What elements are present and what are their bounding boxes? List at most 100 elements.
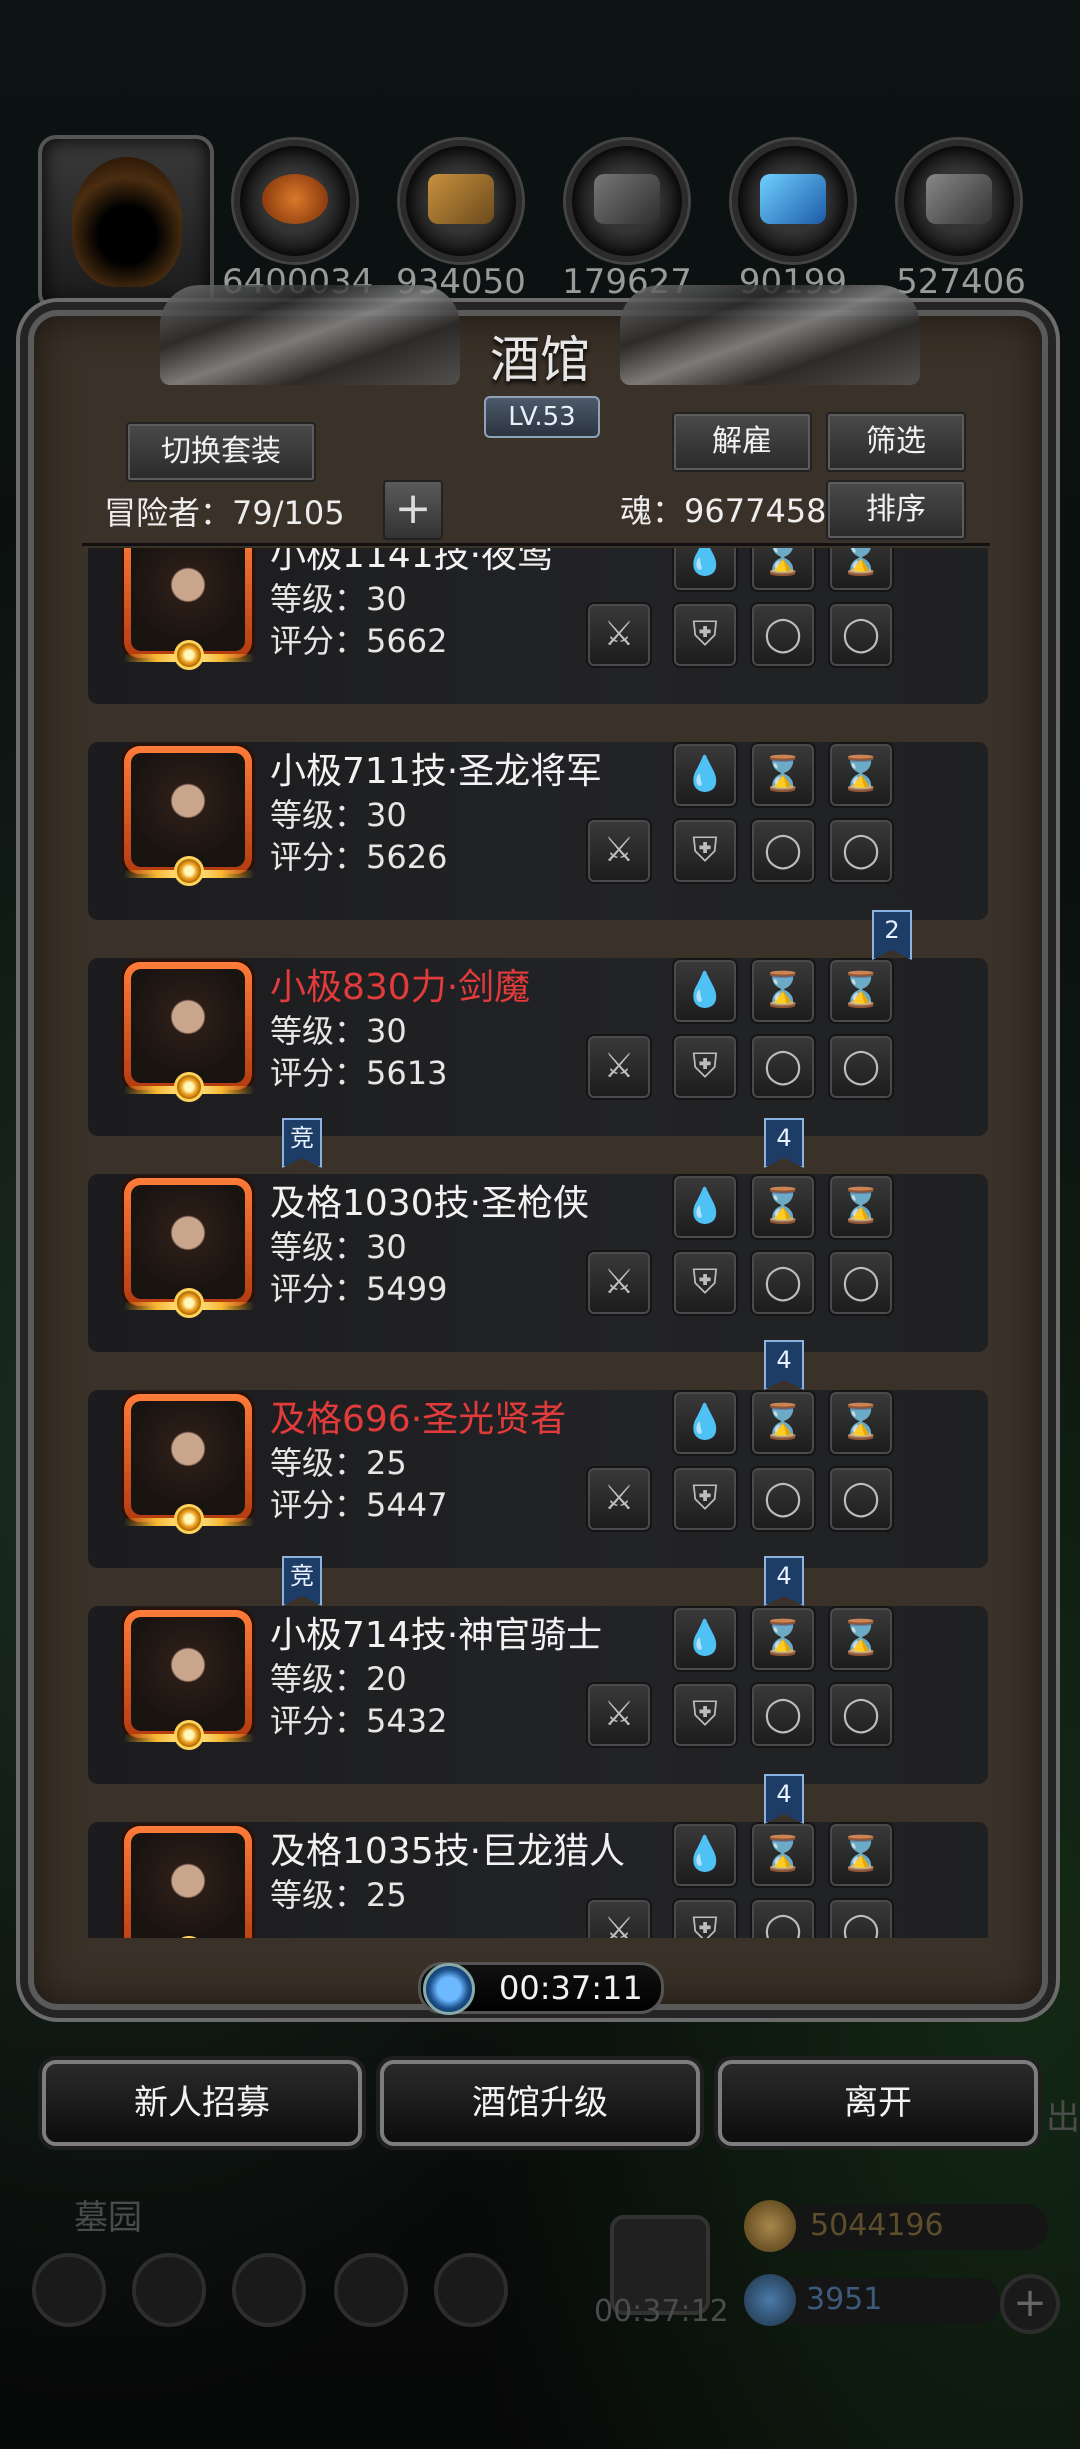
hero-name: 小极711技·圣龙将军 bbox=[270, 751, 603, 792]
hourglass-slot-icon[interactable]: ⌛ bbox=[828, 958, 894, 1024]
armor-slot-icon[interactable]: ⛨ bbox=[672, 1682, 738, 1748]
add-currency-button[interactable]: + bbox=[1000, 2274, 1060, 2334]
hero-score: 评分：5662 bbox=[270, 622, 448, 660]
sword-slot-icon[interactable]: ⚔ bbox=[586, 1898, 652, 1938]
mail-icon[interactable] bbox=[334, 2253, 408, 2327]
shield-icon[interactable] bbox=[132, 2253, 206, 2327]
flame-slot-icon[interactable]: 💧 bbox=[672, 1390, 738, 1456]
hero-card[interactable]: 及格1035技·巨龙猎人 等级：25 💧 ⌛ ⌛ ⚔ ⛨ ◯ ◯ bbox=[88, 1822, 988, 1938]
wood-resource-icon[interactable] bbox=[400, 140, 522, 262]
hourglass-slot-icon[interactable]: ⌛ bbox=[750, 548, 816, 592]
rank-emblem-icon bbox=[124, 1282, 254, 1330]
sword-slot-icon[interactable]: ⚔ bbox=[586, 1034, 652, 1100]
settings-icon[interactable] bbox=[32, 2253, 106, 2327]
filter-button[interactable]: 筛选 bbox=[826, 412, 966, 472]
recruit-button[interactable]: 新人招募 bbox=[42, 2060, 362, 2146]
switch-outfit-button[interactable]: 切换套装 bbox=[126, 422, 316, 482]
add-capacity-button[interactable]: + bbox=[383, 480, 443, 540]
hero-card[interactable]: 小极1141技·夜莺 等级：30 评分：5662 💧 ⌛ ⌛ ⚔ ⛨ ◯ ◯ bbox=[88, 548, 988, 704]
flame-slot-icon[interactable]: 💧 bbox=[672, 1822, 738, 1888]
panel-ornament-left bbox=[160, 285, 460, 385]
sword-slot-icon[interactable]: ⚔ bbox=[586, 602, 652, 668]
steel-resource-icon[interactable] bbox=[898, 140, 1020, 262]
crystal-resource-icon[interactable] bbox=[732, 140, 854, 262]
flame-slot-icon[interactable]: 💧 bbox=[672, 742, 738, 808]
hero-avatar-slot[interactable] bbox=[38, 135, 214, 311]
flame-slot-icon[interactable]: 💧 bbox=[672, 958, 738, 1024]
ring-slot-icon[interactable]: ◯ bbox=[750, 1034, 816, 1100]
sort-button[interactable]: 排序 bbox=[826, 480, 966, 540]
hero-name: 及格1030技·圣枪侠 bbox=[270, 1183, 590, 1224]
stage-flag-badge: 竞 bbox=[282, 1556, 322, 1606]
ring-slot-icon[interactable]: ◯ bbox=[750, 1682, 816, 1748]
armor-slot-icon[interactable]: ⛨ bbox=[672, 602, 738, 668]
armor-slot-icon[interactable]: ⛨ bbox=[672, 1250, 738, 1316]
hero-level: 等级：30 bbox=[270, 1228, 407, 1266]
hourglass-slot-icon[interactable]: ⌛ bbox=[750, 1822, 816, 1888]
tavern-upgrade-button[interactable]: 酒馆升级 bbox=[380, 2060, 700, 2146]
background-timer: 00:37:12 bbox=[594, 2294, 729, 2329]
hero-card[interactable]: 小极830力·剑魔 等级：30 评分：5613 💧 ⌛ ⌛ ⚔ ⛨ ◯ ◯ bbox=[88, 958, 988, 1136]
hero-portrait[interactable] bbox=[124, 1826, 252, 1938]
hourglass-slot-icon[interactable]: ⌛ bbox=[750, 1390, 816, 1456]
ring-slot-icon[interactable]: ◯ bbox=[750, 1466, 816, 1532]
ring-slot-icon[interactable]: ◯ bbox=[828, 1682, 894, 1748]
gate-icon[interactable] bbox=[232, 2253, 306, 2327]
ring-slot-icon[interactable]: ◯ bbox=[828, 818, 894, 884]
armor-slot-icon[interactable]: ⛨ bbox=[672, 1034, 738, 1100]
stage-flag-badge: 4 bbox=[764, 1556, 804, 1606]
ring-slot-icon[interactable]: ◯ bbox=[828, 1466, 894, 1532]
armor-slot-icon[interactable]: ⛨ bbox=[672, 1898, 738, 1938]
hourglass-slot-icon[interactable]: ⌛ bbox=[828, 548, 894, 592]
armor-slot-icon[interactable]: ⛨ bbox=[672, 1466, 738, 1532]
hourglass-slot-icon[interactable]: ⌛ bbox=[828, 1174, 894, 1240]
flame-slot-icon[interactable]: 💧 bbox=[672, 1606, 738, 1672]
ring-slot-icon[interactable]: ◯ bbox=[828, 1898, 894, 1938]
iron-resource-icon[interactable] bbox=[566, 140, 688, 262]
leave-button[interactable]: 离开 bbox=[718, 2060, 1038, 2146]
hero-card[interactable]: 及格1030技·圣枪侠 等级：30 评分：5499 💧 ⌛ ⌛ ⚔ ⛨ ◯ ◯ bbox=[88, 1174, 988, 1352]
hourglass-slot-icon[interactable]: ⌛ bbox=[750, 742, 816, 808]
hero-level: 等级：30 bbox=[270, 1012, 407, 1050]
hourglass-slot-icon[interactable]: ⌛ bbox=[750, 1174, 816, 1240]
hourglass-slot-icon[interactable]: ⌛ bbox=[750, 958, 816, 1024]
hourglass-slot-icon[interactable]: ⌛ bbox=[828, 742, 894, 808]
armor-slot-icon[interactable]: ⛨ bbox=[672, 818, 738, 884]
hourglass-slot-icon[interactable]: ⌛ bbox=[828, 1390, 894, 1456]
refresh-timer: 00:37:11 bbox=[418, 1962, 664, 2015]
gem-icon bbox=[744, 2274, 796, 2326]
ring-slot-icon[interactable]: ◯ bbox=[750, 818, 816, 884]
flame-slot-icon[interactable]: 💧 bbox=[672, 1174, 738, 1240]
hero-card[interactable]: 及格696·圣光贤者 等级：25 评分：5447 💧 ⌛ ⌛ ⚔ ⛨ ◯ ◯ bbox=[88, 1390, 988, 1568]
hourglass-slot-icon[interactable]: ⌛ bbox=[828, 1606, 894, 1672]
hooded-figure-icon bbox=[72, 157, 182, 287]
flame-slot-icon[interactable]: 💧 bbox=[672, 548, 738, 592]
dismiss-button[interactable]: 解雇 bbox=[672, 412, 812, 472]
stage-flag-badge: 4 bbox=[764, 1774, 804, 1824]
sword-slot-icon[interactable]: ⚔ bbox=[586, 818, 652, 884]
ring-slot-icon[interactable]: ◯ bbox=[828, 1250, 894, 1316]
hero-list[interactable]: 小极1141技·夜莺 等级：30 评分：5662 💧 ⌛ ⌛ ⚔ ⛨ ◯ ◯ 小极711技·圣龙将军… bbox=[82, 548, 990, 1938]
edge-text: 出 bbox=[1046, 2098, 1080, 2138]
cube-icon[interactable] bbox=[434, 2253, 508, 2327]
hero-level: 等级：30 bbox=[270, 580, 407, 618]
axe-slot-icon[interactable]: ⚔ bbox=[586, 1682, 652, 1748]
ring-slot-icon[interactable]: ◯ bbox=[750, 602, 816, 668]
axe-slot-icon[interactable]: ⚔ bbox=[586, 1466, 652, 1532]
hero-card[interactable]: 小极714技·神官骑士 等级：20 评分：5432 💧 ⌛ ⌛ ⚔ ⛨ ◯ ◯ bbox=[88, 1606, 988, 1784]
hourglass-slot-icon[interactable]: ⌛ bbox=[750, 1606, 816, 1672]
ring-slot-icon[interactable]: ◯ bbox=[828, 1034, 894, 1100]
soul-count: 魂：9677458 bbox=[620, 492, 827, 530]
hero-name: 及格1035技·巨龙猎人 bbox=[270, 1831, 626, 1872]
hero-score: 评分：5447 bbox=[270, 1486, 448, 1524]
ring-slot-icon[interactable]: ◯ bbox=[750, 1250, 816, 1316]
hero-card[interactable]: 小极711技·圣龙将军 等级：30 评分：5626 💧 ⌛ ⌛ ⚔ ⛨ ◯ ◯ bbox=[88, 742, 988, 920]
tavern-level-badge: LV.53 bbox=[484, 396, 600, 438]
hourglass-slot-icon[interactable]: ⌛ bbox=[828, 1822, 894, 1888]
meat-resource-icon[interactable] bbox=[234, 140, 356, 262]
stage-flag-badge: 竞 bbox=[282, 1118, 322, 1168]
ring-slot-icon[interactable]: ◯ bbox=[828, 602, 894, 668]
refresh-timer-text: 00:37:11 bbox=[499, 1969, 643, 2007]
ring-slot-icon[interactable]: ◯ bbox=[750, 1898, 816, 1938]
scythe-slot-icon[interactable]: ⚔ bbox=[586, 1250, 652, 1316]
